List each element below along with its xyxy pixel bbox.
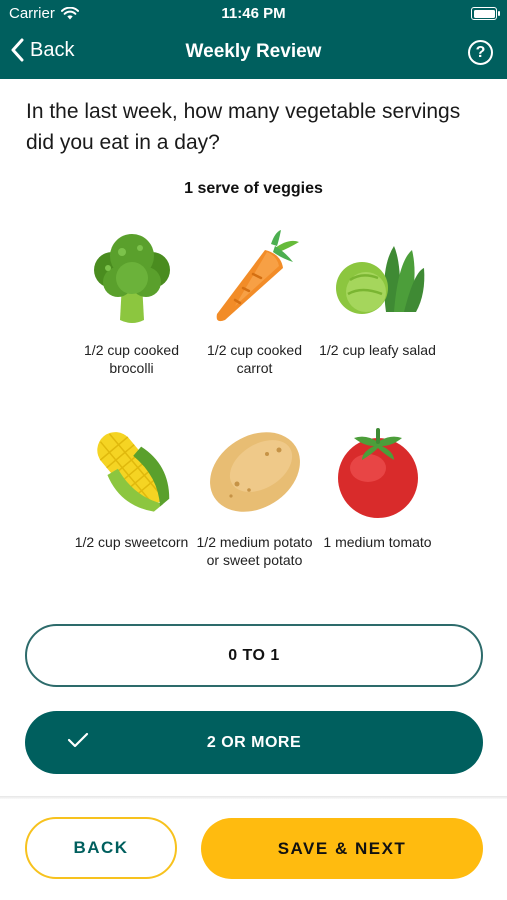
checkmark-icon — [67, 732, 89, 748]
veg-label: 1 medium tomato — [323, 534, 432, 550]
veg-item-carrot: 1/2 cup cooked carrot — [193, 228, 316, 412]
veg-label: 1/2 cup leafy salad — [319, 342, 436, 358]
status-time: 11:46 PM — [221, 5, 286, 22]
app-header: Carrier 11:46 PM Back Weekly Review ? — [0, 0, 507, 79]
nav-back-label: Back — [30, 38, 75, 61]
help-icon[interactable]: ? — [468, 40, 493, 65]
broccoli-icon — [93, 234, 170, 323]
battery-icon — [471, 7, 500, 20]
veg-item-leafy-salad: 1/2 cup leafy salad — [316, 228, 439, 412]
vegetable-grid: 1/2 cup cooked brocolli 1/2 cup cooked c… — [70, 228, 440, 604]
sweetcorn-icon — [96, 432, 169, 512]
option-label: 2 OR MORE — [206, 733, 302, 751]
carrot-icon — [216, 230, 299, 322]
chevron-left-icon — [11, 38, 24, 62]
veg-label: 1/2 cup cooked brocolli — [84, 342, 179, 376]
option-2-or-more-button[interactable]: 2 OR MORE — [25, 711, 483, 774]
veg-item-tomato: 1 medium tomato — [316, 420, 439, 604]
page-title: Weekly Review — [185, 41, 322, 62]
nav-back-button[interactable]: Back — [10, 38, 74, 62]
option-label: 0 TO 1 — [228, 646, 280, 664]
veg-label: 1/2 cup cooked carrot — [207, 342, 302, 376]
veg-label: 1/2 cup sweetcorn — [74, 534, 189, 550]
back-button[interactable]: BACK — [25, 817, 177, 879]
question-text: In the last week, how many vegetable ser… — [26, 100, 461, 154]
option-0-to-1-button[interactable]: 0 TO 1 — [25, 624, 483, 687]
tomato-icon — [337, 428, 418, 518]
veg-label: 1/2 medium potato or sweet potato — [196, 534, 313, 568]
veg-item-potato: 1/2 medium potato or sweet potato — [193, 420, 316, 604]
status-bar: Carrier 11:46 PM — [0, 0, 507, 28]
veg-item-broccoli: 1/2 cup cooked brocolli — [70, 228, 193, 412]
footer-divider — [0, 796, 507, 799]
save-next-button[interactable]: SAVE & NEXT — [201, 818, 483, 879]
potato-icon — [209, 432, 300, 512]
leafy-salad-icon — [335, 246, 424, 314]
veg-item-sweetcorn: 1/2 cup sweetcorn — [70, 420, 193, 604]
serve-heading: 1 serve of veggies — [184, 180, 323, 197]
